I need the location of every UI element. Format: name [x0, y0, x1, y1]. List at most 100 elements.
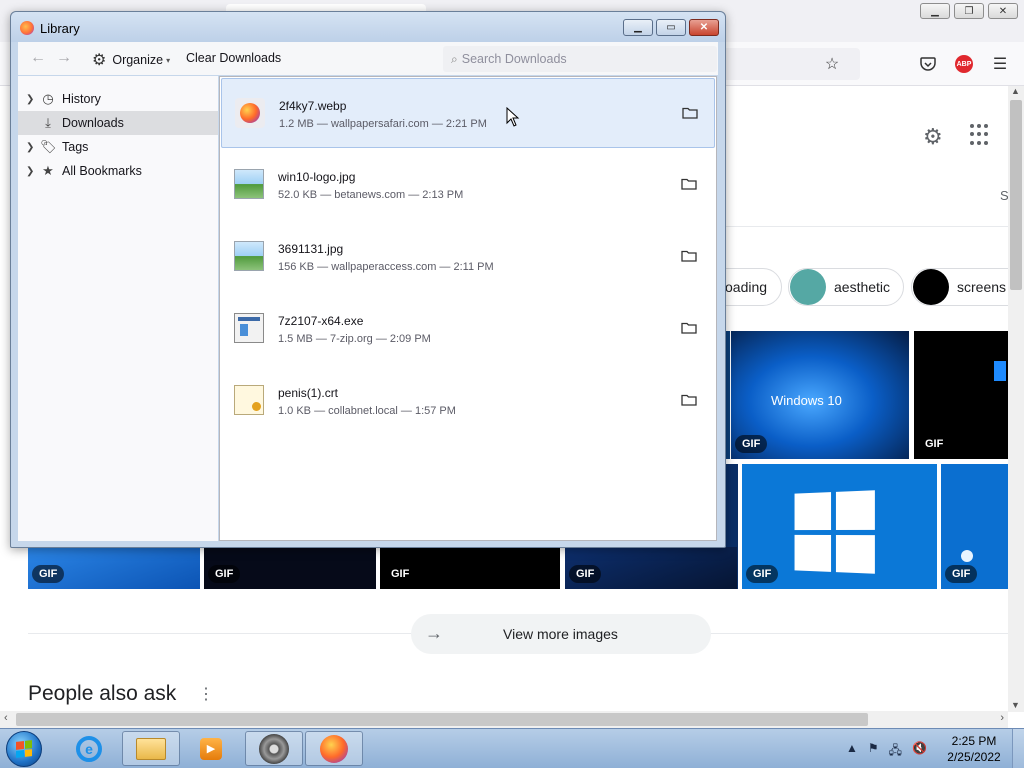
chip-label: screens: [957, 279, 1007, 295]
image-tile-windows10[interactable]: Windows 10 GIF: [731, 331, 909, 459]
clear-downloads-button[interactable]: Clear Downloads: [186, 51, 281, 65]
tile-graphic: [961, 550, 973, 562]
tray-expand-icon[interactable]: ▲: [846, 741, 858, 762]
mouse-cursor-icon: [506, 107, 520, 127]
window-controls: ▁ ▭ ✕: [623, 19, 719, 36]
tile-graphic: [994, 361, 1006, 381]
browser-window-controls: ▁ ❐ ✕: [920, 3, 1018, 19]
image-tile[interactable]: GIF: [380, 547, 560, 589]
scroll-down-icon[interactable]: ▼: [1011, 700, 1020, 710]
windows-logo-icon: [16, 740, 32, 758]
sidebar-item-downloads[interactable]: ⤓ Downloads: [18, 111, 218, 135]
pocket-icon[interactable]: [918, 54, 938, 74]
taskbar-internet-explorer[interactable]: e: [60, 731, 118, 766]
view-more-images-button[interactable]: → View more images: [411, 614, 711, 654]
star-icon[interactable]: ☆: [822, 54, 842, 74]
organize-button[interactable]: ⚙ Organize ▾: [92, 50, 170, 70]
disc-icon: [259, 733, 289, 764]
scroll-up-icon[interactable]: ▲: [1011, 86, 1020, 96]
gif-badge: GIF: [569, 565, 602, 583]
start-button[interactable]: [6, 731, 42, 767]
sidebar-item-all-bookmarks[interactable]: ❯ ★ All Bookmarks: [18, 159, 218, 183]
download-item[interactable]: 2f4ky7.webp 1.2 MB — wallpapersafari.com…: [221, 78, 715, 148]
taskbar-media-player[interactable]: ▶: [182, 731, 240, 766]
folder-icon[interactable]: [682, 106, 698, 119]
chevron-right-icon[interactable]: ❯: [26, 94, 38, 105]
vertical-scrollbar[interactable]: ▲ ▼: [1008, 86, 1024, 712]
forward-arrow-icon[interactable]: →: [56, 49, 72, 67]
window-title: Library: [40, 21, 80, 36]
image-file-icon: [234, 241, 264, 271]
gif-badge: GIF: [945, 565, 978, 583]
restore-button[interactable]: ❐: [954, 3, 984, 19]
network-icon[interactable]: 🖧: [889, 741, 902, 762]
gif-badge: GIF: [918, 435, 951, 453]
search-box[interactable]: ⌕: [443, 46, 717, 72]
sidebar-item-history[interactable]: ❯ ◷ History: [18, 87, 218, 111]
taskbar-file-explorer[interactable]: [122, 731, 180, 766]
gif-badge: GIF: [735, 435, 768, 453]
search-input[interactable]: [461, 52, 702, 66]
back-arrow-icon[interactable]: ←: [30, 49, 46, 67]
system-clock[interactable]: 2:25 PM 2/25/2022: [938, 733, 1010, 765]
image-tile-windows-logo[interactable]: GIF: [742, 464, 937, 589]
image-tile[interactable]: GIF: [28, 547, 200, 589]
chip-aesthetic[interactable]: aesthetic: [788, 268, 904, 306]
download-item[interactable]: 3691131.jpg 156 KB — wallpaperaccess.com…: [221, 222, 715, 292]
gif-badge: GIF: [384, 565, 417, 583]
maximize-button[interactable]: ▭: [656, 19, 686, 36]
clock-date: 2/25/2022: [947, 750, 1001, 764]
show-desktop-button[interactable]: [1012, 729, 1024, 768]
download-item[interactable]: win10-logo.jpg 52.0 KB — betanews.com — …: [221, 150, 715, 220]
library-titlebar[interactable]: Library ▁ ▭ ✕: [11, 12, 725, 42]
close-button[interactable]: ✕: [988, 3, 1018, 19]
folder-icon[interactable]: [681, 249, 697, 262]
scrollbar-thumb[interactable]: [16, 713, 868, 726]
gif-badge: GIF: [32, 565, 65, 583]
action-center-flag-icon[interactable]: ⚑: [868, 741, 879, 762]
folder-icon[interactable]: [681, 321, 697, 334]
adblock-icon[interactable]: ABP: [955, 55, 973, 73]
apps-grid-icon[interactable]: [970, 124, 992, 146]
library-sidebar: ❯ ◷ History ⤓ Downloads ❯ 🏷 Tags ❯ ★ All…: [18, 76, 218, 541]
minimize-button[interactable]: ▁: [623, 19, 653, 36]
volume-muted-icon[interactable]: 🔇: [912, 741, 927, 762]
taskbar-firefox[interactable]: [305, 731, 363, 766]
download-filename: win10-logo.jpg: [278, 170, 356, 184]
download-filename: 2f4ky7.webp: [279, 99, 347, 113]
scrollbar-thumb[interactable]: [1010, 100, 1022, 290]
download-item[interactable]: 7z2107-x64.exe 1.5 MB — 7-zip.org — 2:09…: [221, 294, 715, 364]
gif-badge: GIF: [208, 565, 241, 583]
more-options-icon[interactable]: ⋮: [198, 684, 214, 704]
image-tile[interactable]: GIF: [565, 547, 737, 589]
chevron-right-icon[interactable]: ❯: [26, 142, 38, 153]
download-item[interactable]: penis(1).crt 1.0 KB — collabnet.local — …: [221, 366, 715, 436]
taskbar-disc-app[interactable]: [245, 731, 303, 766]
image-tile[interactable]: GIF: [914, 331, 1008, 459]
chevron-right-icon[interactable]: ❯: [26, 166, 38, 177]
close-button[interactable]: ✕: [689, 19, 719, 36]
people-also-ask-heading: People also ask: [28, 682, 177, 705]
sidebar-item-label: All Bookmarks: [62, 164, 142, 178]
minimize-button[interactable]: ▁: [920, 3, 950, 19]
folder-icon[interactable]: [681, 177, 697, 190]
arrow-right-icon: →: [425, 623, 443, 643]
folder-icon[interactable]: [681, 393, 697, 406]
menu-icon[interactable]: ☰: [990, 54, 1010, 74]
star-icon: ★: [42, 163, 54, 178]
scroll-right-icon[interactable]: ›: [1000, 712, 1004, 724]
image-tile[interactable]: [726, 331, 730, 459]
sidebar-item-tags[interactable]: ❯ 🏷 Tags: [18, 135, 218, 159]
sidebar-item-label: History: [62, 92, 101, 106]
chip-thumbnail: [790, 269, 826, 305]
organize-label: Organize: [112, 53, 164, 67]
horizontal-scrollbar[interactable]: ‹ ›: [0, 711, 1008, 728]
image-tile[interactable]: GIF: [941, 464, 1008, 589]
tags-icon: 🏷: [40, 139, 57, 154]
image-tile[interactable]: GIF: [204, 547, 376, 589]
firefox-icon: [320, 734, 348, 763]
scroll-left-icon[interactable]: ‹: [4, 712, 8, 724]
download-filename: 3691131.jpg: [278, 242, 344, 256]
settings-gear-icon[interactable]: ⚙: [923, 124, 943, 150]
divider: [726, 226, 1008, 227]
